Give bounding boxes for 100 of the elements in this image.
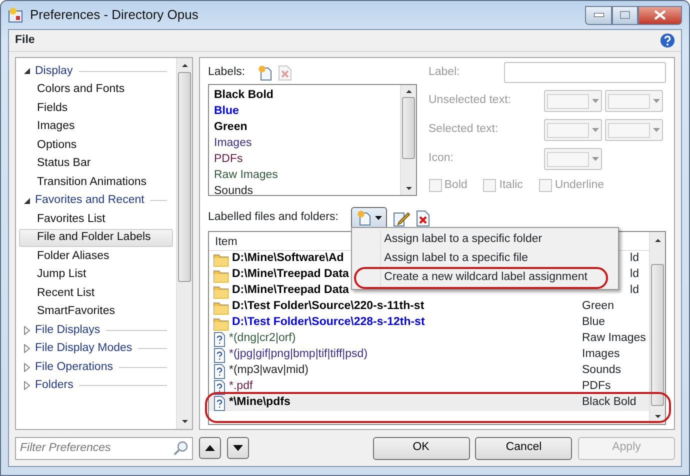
sidebar-section[interactable]: Folders: [35, 377, 74, 394]
label-name: Images: [581, 347, 621, 362]
label-list-item[interactable]: Sounds: [214, 183, 395, 199]
label-name: Blue: [581, 315, 606, 330]
document-icon: [213, 396, 226, 410]
expand-icon[interactable]: [23, 362, 31, 372]
document-icon: [213, 364, 226, 378]
menu-item[interactable]: Assign label to a specific file: [354, 249, 616, 268]
sidebar-section[interactable]: Display: [35, 62, 73, 80]
caret-icon: [592, 157, 599, 161]
field-label: Label:: [428, 64, 460, 80]
field-label: Icon:: [428, 151, 454, 166]
sidebar-item[interactable]: File and Folder Labels: [19, 228, 173, 247]
menu-item[interactable]: Create a new wildcard label assignment: [354, 268, 616, 287]
item-name[interactable]: *(dng|cr2|orf): [229, 330, 296, 348]
label-list-item[interactable]: Black Bold: [214, 87, 395, 103]
sidebar-section[interactable]: File Displays: [35, 322, 100, 339]
sidebar-item[interactable]: Status Bar: [19, 154, 173, 173]
app-icon: [8, 7, 24, 23]
dialog-button[interactable]: Cancel: [475, 436, 572, 460]
sidebar-item[interactable]: Images: [19, 118, 173, 136]
sidebar-item[interactable]: SmartFavorites: [19, 302, 173, 321]
menu-item[interactable]: Assign label to a specific folder: [354, 230, 616, 249]
help-icon[interactable]: [660, 33, 675, 48]
new-label-icon[interactable]: [256, 65, 273, 81]
delete-label-icon[interactable]: [278, 65, 292, 81]
field-label: Selected text:: [428, 122, 498, 138]
field-label: Unselected text:: [428, 93, 511, 108]
folder-icon: [213, 252, 229, 266]
item-name[interactable]: *(jpg|gif|png|bmp|tif|tiff|psd): [229, 346, 368, 364]
selected-row[interactable]: *\Mine\pdfs Black Bold: [209, 395, 649, 411]
checkbox-label: Underline: [554, 178, 604, 193]
sidebar-section[interactable]: Favorites and Recent: [35, 192, 144, 210]
move-down-button[interactable]: [227, 437, 249, 459]
maximize-icon: [620, 11, 630, 19]
expand-icon[interactable]: [23, 344, 31, 354]
folder-icon: [213, 300, 229, 314]
item-name[interactable]: D:\Mine\Software\Ad: [232, 250, 344, 268]
label-name: ld: [629, 251, 639, 266]
sidebar-item[interactable]: Jump List: [19, 266, 173, 284]
item-name[interactable]: D:\Mine\Treepad Data: [232, 282, 349, 300]
delete-icon[interactable]: [416, 210, 430, 226]
collapse-icon[interactable]: [23, 67, 31, 76]
caret-icon: [652, 99, 660, 103]
sidebar-item[interactable]: Folder Aliases: [19, 247, 173, 266]
label-list-item[interactable]: Green: [214, 119, 395, 135]
close-button[interactable]: [638, 6, 682, 24]
search-icon[interactable]: [173, 440, 189, 456]
expand-icon[interactable]: [23, 381, 31, 390]
minimize-icon: [594, 13, 604, 17]
label-name: PDFs: [581, 379, 612, 394]
label-name: Green: [581, 299, 615, 314]
item-name[interactable]: D:\Test Folder\Source\228-s-12th-st: [232, 314, 425, 332]
sidebar-item[interactable]: Options: [19, 136, 173, 154]
dialog-button[interactable]: OK: [372, 436, 470, 460]
sidebar-item[interactable]: Fields: [19, 99, 173, 118]
item-name[interactable]: D:\Test Folder\Source\220-s-11th-st: [232, 298, 424, 316]
edit-icon[interactable]: [392, 210, 410, 226]
label-name: Raw Images: [581, 331, 647, 346]
add-assignment-button[interactable]: [351, 207, 388, 229]
item-name[interactable]: *.pdf: [229, 378, 253, 396]
caret-icon: [592, 99, 599, 103]
label-list-item[interactable]: Images: [214, 135, 395, 151]
sidebar-item[interactable]: Recent List: [19, 284, 173, 302]
label-name: ld: [629, 283, 639, 298]
label-list-item[interactable]: PDFs: [214, 151, 395, 167]
close-icon: [654, 10, 666, 20]
folder-icon: [213, 268, 229, 282]
folder-icon: [213, 284, 229, 298]
label-list-item[interactable]: Blue: [214, 103, 395, 119]
assignments-heading: Labelled files and folders:: [208, 210, 338, 226]
minimize-button[interactable]: [585, 6, 612, 24]
scrollbar[interactable]: [649, 232, 665, 424]
item-name[interactable]: *\Mine\pdfs: [229, 394, 290, 412]
filter-field[interactable]: Filter Preferences: [15, 436, 193, 460]
sidebar-section[interactable]: File Display Modes: [35, 340, 132, 358]
sidebar-section[interactable]: File Operations: [35, 358, 113, 376]
sidebar-item[interactable]: Favorites List: [19, 210, 173, 228]
up-arrow-icon: [205, 445, 215, 451]
move-up-button[interactable]: [199, 437, 221, 459]
down-arrow-icon: [233, 445, 243, 451]
label-name: Sounds: [581, 363, 622, 378]
caret-icon: [375, 216, 382, 220]
sidebar-item[interactable]: Colors and Fonts: [19, 80, 173, 99]
caret-icon: [592, 128, 599, 132]
expand-icon[interactable]: [23, 326, 31, 335]
item-name[interactable]: *(mp3|wav|mid): [229, 362, 308, 380]
label-name: Black Bold: [581, 395, 638, 410]
scrollbar[interactable]: [400, 85, 416, 195]
label-list-item[interactable]: Raw Images: [214, 167, 395, 183]
menu-item[interactable]: File: [15, 32, 35, 50]
sidebar-item[interactable]: Transition Animations: [19, 173, 173, 192]
text-field[interactable]: [504, 62, 666, 83]
labels-list[interactable]: Black Bold Blue Green Images PDFs Raw Images Sounds: [208, 84, 417, 196]
scrollbar[interactable]: [176, 58, 192, 429]
checkbox-label: Italic: [499, 178, 523, 193]
collapse-icon[interactable]: [23, 196, 31, 205]
item-name[interactable]: D:\Mine\Treepad Data: [232, 266, 349, 284]
window-title: Preferences - Directory Opus: [30, 6, 198, 24]
document-icon: [213, 348, 226, 362]
